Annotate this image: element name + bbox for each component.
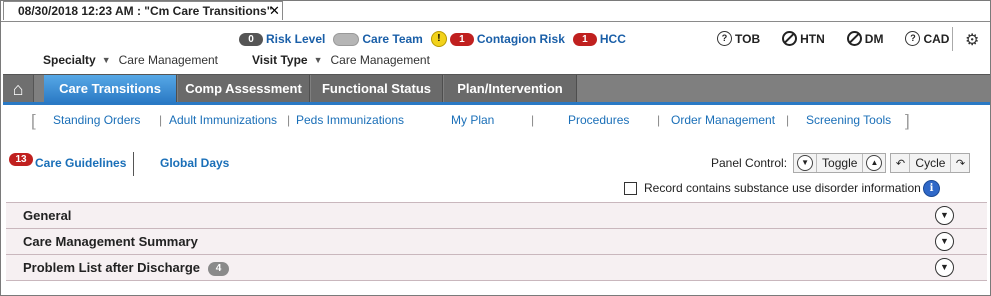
gear-icon[interactable]: ⚙ [965, 30, 979, 50]
care-team-pill [333, 32, 360, 46]
nav-underline [3, 102, 990, 105]
document-tab[interactable]: 08/30/2018 12:23 AM : "Cm Care Transitio… [3, 1, 283, 20]
risk-level-count: 0 [239, 32, 263, 46]
subnav-peds-immunizations[interactable]: Peds Immunizations [296, 113, 404, 127]
guidelines-divider [133, 152, 134, 176]
collapse-all-icon[interactable]: ▼ [797, 155, 814, 171]
care-team-link[interactable]: Care Team [362, 32, 422, 46]
subnav-divider: | [287, 113, 291, 127]
hcc-count: 1 [572, 32, 597, 46]
global-days-link[interactable]: Global Days [160, 156, 229, 170]
visit-type-value[interactable]: Care Management [331, 53, 430, 67]
info-icon[interactable]: i [923, 180, 940, 197]
subnav-my-plan[interactable]: My Plan [451, 113, 494, 127]
specialty-value[interactable]: Care Management [119, 53, 218, 67]
panel-title: General [23, 208, 72, 223]
risk-flag-label: DM [864, 31, 884, 46]
warning-icon: ! [430, 31, 447, 47]
document-tab-title: 08/30/2018 12:23 AM : "Cm Care Transitio… [18, 4, 273, 18]
contagion-risk-link[interactable]: Contagion Risk [477, 32, 565, 46]
chevron-down-icon[interactable]: ▼ [935, 206, 954, 225]
risk-flag-tob[interactable]: ? TOB [717, 31, 760, 46]
care-guidelines-link[interactable]: Care Guidelines [35, 156, 126, 170]
visit-type-label: Visit Type [252, 53, 308, 67]
problem-count-badge: 4 [208, 262, 229, 276]
chevron-down-icon[interactable]: ▼ [935, 258, 954, 277]
care-guidelines-badge: 13 [9, 153, 33, 166]
header-divider [952, 27, 953, 51]
indicator-bar: 0 Risk Level Care Team ! 1 Contagion Ris… [239, 31, 634, 47]
cycle-control: ↶ Cycle ↷ [890, 153, 971, 173]
contagion-risk-count: 1 [449, 32, 474, 46]
risk-flag-label: TOB [735, 31, 761, 46]
cycle-button[interactable]: Cycle [909, 154, 952, 172]
sub-nav: [ Standing Orders | Adult Immunizations … [31, 111, 911, 130]
cycle-forward-icon[interactable]: ↷ [951, 157, 969, 170]
subnav-divider: | [159, 113, 163, 127]
toggle-control: ▼ Toggle ▲ [793, 153, 887, 173]
subnav-divider: | [531, 113, 535, 127]
subnav-divider: | [786, 113, 790, 127]
risk-flag-htn[interactable]: HTN [782, 31, 825, 46]
specialty-row: Specialty ▼ Care Management Visit Type ▼… [43, 53, 430, 67]
subnav-adult-immunizations[interactable]: Adult Immunizations [169, 113, 277, 127]
panel-problem-list[interactable]: Problem List after Discharge 4 ▼ [6, 254, 987, 281]
no-symbol-icon [846, 31, 862, 46]
main-nav: ⌂ Care Transitions Comp Assessment Funct… [3, 74, 990, 103]
dropdown-arrow-icon[interactable]: ▼ [314, 55, 323, 65]
bracket-right: ] [905, 111, 910, 130]
risk-flags: ? TOB HTN DM ? CAD [717, 31, 971, 46]
risk-flag-dm[interactable]: DM [846, 31, 884, 46]
no-symbol-icon [782, 31, 798, 46]
subnav-divider: | [657, 113, 661, 127]
close-icon[interactable]: ✕ [269, 2, 280, 20]
hcc-link[interactable]: HCC [600, 32, 626, 46]
risk-flag-cad[interactable]: ? CAD [905, 31, 949, 46]
panel-title: Problem List after Discharge [23, 260, 200, 275]
panel-title: Care Management Summary [23, 234, 198, 249]
subnav-standing-orders[interactable]: Standing Orders [53, 113, 140, 127]
panel-title-wrap: Problem List after Discharge 4 [23, 260, 229, 276]
chevron-down-icon[interactable]: ▼ [935, 232, 954, 251]
risk-level-link[interactable]: Risk Level [266, 32, 325, 46]
panel-general[interactable]: General ▼ [6, 202, 987, 229]
tab-comp-assessment[interactable]: Comp Assessment [178, 75, 310, 103]
document-tab-strip: 08/30/2018 12:23 AM : "Cm Care Transitio… [1, 1, 990, 22]
home-icon[interactable]: ⌂ [3, 75, 34, 103]
substance-row: Record contains substance use disorder i… [624, 181, 921, 195]
dropdown-arrow-icon[interactable]: ▼ [102, 55, 111, 65]
bracket-left: [ [31, 111, 36, 130]
tab-plan-intervention[interactable]: Plan/Intervention [444, 75, 577, 103]
panel-control-label: Panel Control: [711, 156, 788, 170]
specialty-label: Specialty [43, 53, 96, 67]
risk-flag-label: HTN [800, 31, 825, 46]
subnav-procedures[interactable]: Procedures [568, 113, 629, 127]
question-circle-icon: ? [717, 31, 732, 46]
subnav-order-management[interactable]: Order Management [671, 113, 775, 127]
substance-checkbox[interactable] [624, 181, 637, 195]
toggle-button[interactable]: Toggle [816, 154, 864, 172]
tab-functional-status[interactable]: Functional Status [311, 75, 443, 103]
subnav-screening-tools[interactable]: Screening Tools [806, 113, 891, 127]
question-circle-icon: ? [905, 31, 921, 46]
cycle-back-icon[interactable]: ↶ [891, 157, 909, 170]
panel-care-management-summary[interactable]: Care Management Summary ▼ [6, 228, 987, 255]
risk-flag-label: CAD [923, 31, 950, 46]
tab-care-transitions[interactable]: Care Transitions [44, 75, 177, 103]
substance-label: Record contains substance use disorder i… [644, 181, 921, 195]
panel-control: Panel Control: ▼ Toggle ▲ ↶ Cycle ↷ [711, 153, 971, 173]
expand-all-icon[interactable]: ▲ [866, 155, 883, 171]
window: 08/30/2018 12:23 AM : "Cm Care Transitio… [0, 0, 991, 296]
